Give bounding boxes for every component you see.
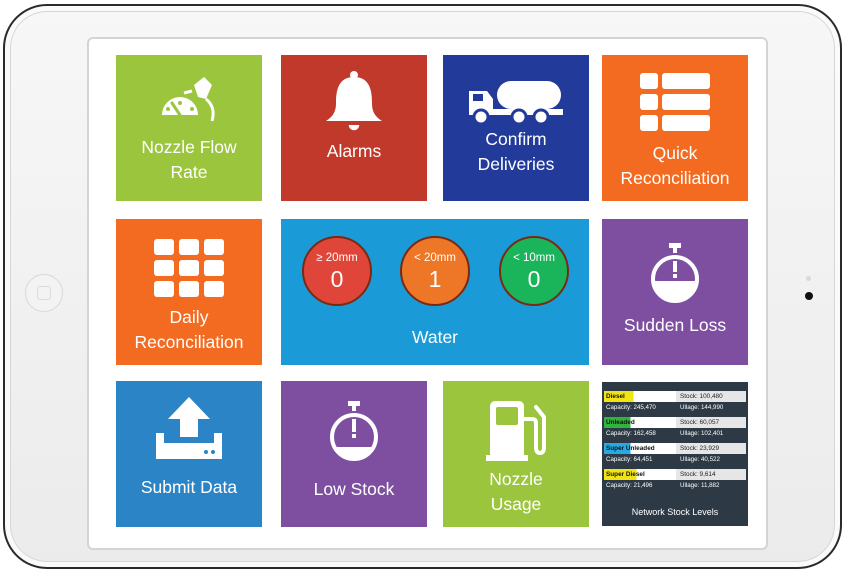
submit-data-label: Submit Data [140,477,238,497]
stock-ullage: Ullage: 102,401 [680,430,724,437]
water-level-lt10-value: 0 [527,266,541,292]
tanker-truck-icon [469,81,563,125]
confirm-deliveries-label-1: Confirm [485,129,547,149]
daily-reconciliation-label-2: Reconciliation [134,332,244,352]
stock-product-name: Super Unleaded [604,443,676,454]
stock-product-super-diesel: Super Diesel Stock: 9,614 Capacity: 21,4… [604,469,746,493]
stock-capacity: Capacity: 162,458 [606,430,656,437]
nozzle-usage-tile[interactable]: Nozzle Usage [443,381,589,527]
stopwatch-icon [651,243,699,303]
quick-reconciliation-label-2: Reconciliation [620,168,730,188]
dashboard-screen: Nozzle Flow Rate Alarms Confirm Deliveri… [87,37,768,550]
fuel-gauge-nozzle-icon [162,77,215,122]
nozzle-flow-rate-label-1: Nozzle Flow [141,137,237,157]
water-level-lt20-label: < 20mm [414,252,456,264]
water-level-lt20-value: 1 [428,266,442,292]
bell-icon [326,71,382,132]
stock-value: Stock: 100,480 [676,391,746,402]
daily-reconciliation-tile[interactable]: Daily Reconciliation [116,219,262,365]
quick-reconciliation-tile[interactable]: Quick Reconciliation [602,55,748,201]
stock-value: Stock: 60,057 [676,417,746,428]
stock-product-diesel: Diesel Stock: 100,480 Capacity: 245,470 … [604,391,746,415]
confirm-deliveries-label-2: Deliveries [477,154,555,174]
front-camera [805,292,813,300]
low-stock-tile[interactable]: Low Stock [281,381,427,527]
stock-product-super-unleaded: Super Unleaded Stock: 23,929 Capacity: 6… [604,443,746,467]
stock-product-name: Unleaded [604,417,676,428]
stock-ullage: Ullage: 144,990 [680,404,724,411]
stock-capacity: Capacity: 64,451 [606,456,653,463]
nozzle-flow-rate-tile[interactable]: Nozzle Flow Rate [116,55,262,201]
network-stock-levels-title: Network Stock Levels [631,507,719,517]
quick-reconciliation-label-1: Quick [652,143,698,163]
low-stock-label: Low Stock [313,479,395,499]
list-icon [640,73,710,131]
submit-data-tile[interactable]: Submit Data [116,381,262,527]
water-level-ge20-indicator[interactable]: ≥ 20mm 0 [302,236,372,306]
nozzle-usage-label-2: Usage [490,494,542,514]
network-stock-levels-tile[interactable]: Diesel Stock: 100,480 Capacity: 245,470 … [602,382,748,526]
fuel-pump-icon [486,401,546,461]
stock-product-name-text: Super Diesel [606,471,645,478]
confirm-deliveries-tile[interactable]: Confirm Deliveries [443,55,589,201]
water-level-lt10-label: < 10mm [513,252,555,264]
water-level-lt10-indicator[interactable]: < 10mm 0 [499,236,569,306]
stock-product-name-text: Unleaded [606,419,635,426]
alarms-tile[interactable]: Alarms [281,55,427,201]
sudden-loss-label: Sudden Loss [623,315,727,335]
stock-product-name: Super Diesel [604,469,676,480]
water-label: Water [411,327,459,347]
stock-product-unleaded: Unleaded Stock: 60,057 Capacity: 162,458… [604,417,746,441]
nozzle-usage-label-1: Nozzle [489,469,543,489]
stock-product-name-text: Diesel [606,393,625,400]
stock-ullage: Ullage: 40,522 [680,456,720,463]
nozzle-flow-rate-label-2: Rate [170,162,208,182]
stopwatch-icon [330,401,378,461]
water-level-lt20-indicator[interactable]: < 20mm 1 [400,236,470,306]
sudden-loss-tile[interactable]: Sudden Loss [602,219,748,365]
stock-product-name-text: Super Unleaded [606,445,655,452]
stock-product-name: Diesel [604,391,676,402]
daily-reconciliation-label-1: Daily [169,307,209,327]
stock-value: Stock: 9,614 [676,469,746,480]
water-level-ge20-label: ≥ 20mm [316,252,358,264]
light-sensor [806,276,811,281]
stock-value: Stock: 23,929 [676,443,746,454]
water-tile[interactable]: ≥ 20mm 0 < 20mm 1 < 10mm 0 Water [281,219,589,365]
stock-capacity: Capacity: 245,470 [606,404,656,411]
stock-ullage: Ullage: 11,882 [680,482,720,489]
upload-icon [156,397,222,459]
water-level-ge20-value: 0 [330,266,344,292]
alarms-label: Alarms [326,141,382,161]
stock-capacity: Capacity: 21,496 [606,482,653,489]
grid-icon [154,239,224,297]
home-button[interactable] [25,274,63,312]
